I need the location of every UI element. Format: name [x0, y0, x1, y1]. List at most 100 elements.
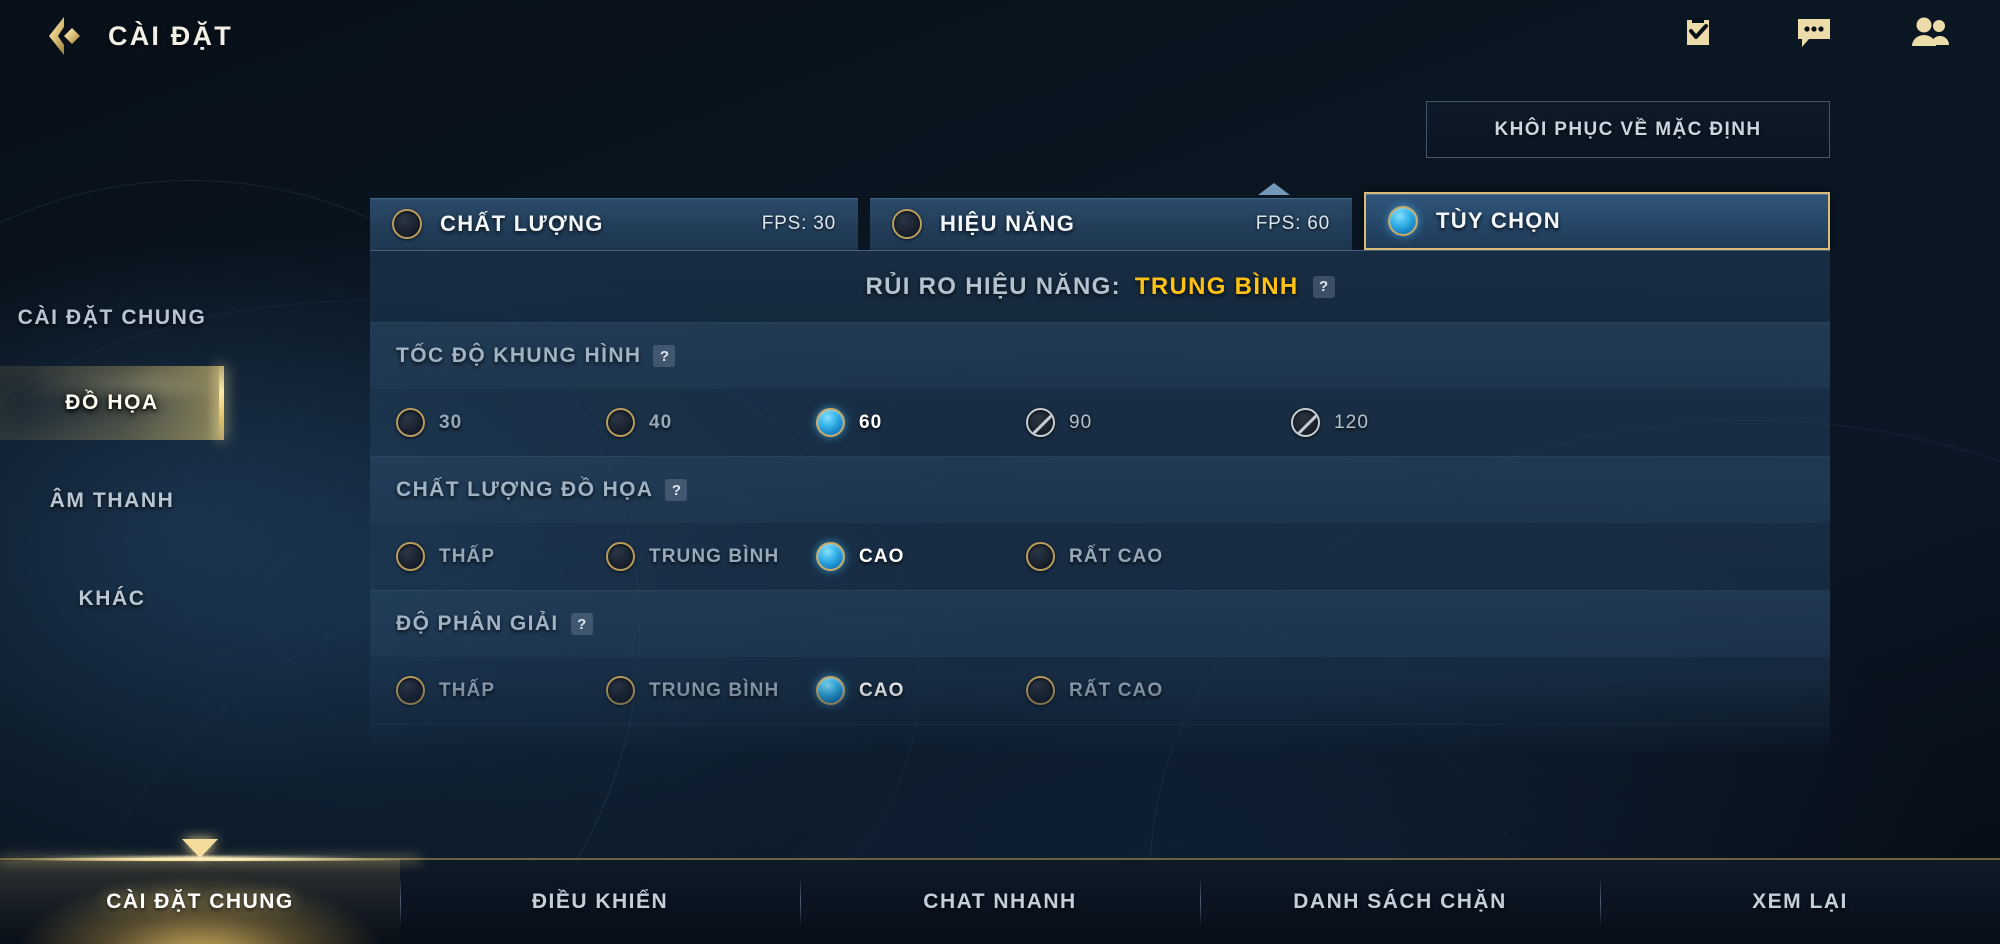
option-label: 90 — [1069, 411, 1093, 433]
selected-tab-caret-icon — [1258, 183, 1290, 195]
graphics-settings-main: CHẤT LƯỢNG FPS: 30 HIỆU NĂNG FPS: 60 TÙY… — [370, 192, 1830, 755]
option-label: 40 — [649, 411, 673, 433]
option-label: RẤT CAO — [1069, 545, 1164, 567]
option-label: TRUNG BÌNH — [649, 545, 780, 567]
sidebar-item-other[interactable]: KHÁC — [0, 562, 224, 636]
radio-icon — [396, 408, 425, 437]
sidebar-item-general[interactable]: CÀI ĐẶT CHUNG — [0, 270, 224, 366]
option-fps-30[interactable]: 30 — [396, 408, 606, 437]
section-graphics-quality: CHẤT LƯỢNG ĐỒ HỌA ? THẤP TRUNG BÌNH CAO — [370, 457, 1830, 591]
option-row: 30 40 60 90 120 — [370, 389, 1830, 456]
bottom-nav-quick-chat[interactable]: CHAT NHANH — [800, 859, 1200, 944]
top-header: CÀI ĐẶT — [0, 0, 2000, 72]
page-title: CÀI ĐẶT — [108, 20, 233, 51]
help-question-icon[interactable]: ? — [570, 613, 593, 635]
bottom-nav-general[interactable]: CÀI ĐẶT CHUNG — [0, 839, 400, 944]
friends-people-icon[interactable] — [1908, 10, 1952, 54]
bottom-nav-label: XEM LẠI — [1752, 890, 1848, 913]
settings-screen: CÀI ĐẶT KHÔI PHỤC VỀ MẶC ĐỊNH CÀI ĐẶT CH… — [0, 0, 2000, 944]
option-quality-low[interactable]: THẤP — [396, 542, 606, 571]
performance-risk-row: RỦI RO HIỆU NĂNG: TRUNG BÌNH ? — [370, 251, 1830, 323]
bottom-nav-controls[interactable]: ĐIỀU KHIỂN — [400, 859, 800, 944]
radio-icon — [892, 209, 922, 239]
sidebar-item-audio[interactable]: ÂM THANH — [0, 464, 224, 538]
bottom-nav-label: CÀI ĐẶT CHUNG — [106, 890, 294, 913]
option-resolution-high[interactable]: CAO — [816, 676, 1026, 705]
section-title: ĐỘ PHÂN GIẢI — [396, 612, 559, 635]
section-frame-rate: TỐC ĐỘ KHUNG HÌNH ? 30 40 60 90 120 — [370, 323, 1830, 457]
option-resolution-very-high[interactable]: RẤT CAO — [1026, 676, 1163, 705]
option-label: RẤT CAO — [1069, 679, 1164, 701]
tab-performance[interactable]: HIỆU NĂNG FPS: 60 — [870, 198, 1352, 250]
option-fps-40[interactable]: 40 — [606, 408, 816, 437]
settings-sidebar: CÀI ĐẶT CHUNG ĐỒ HỌA ÂM THANH KHÁC — [0, 270, 224, 636]
active-marker-icon — [182, 839, 218, 858]
option-quality-high[interactable]: CAO — [816, 542, 1026, 571]
section-title: TỐC ĐỘ KHUNG HÌNH — [396, 344, 642, 367]
radio-selected-icon — [1388, 206, 1418, 236]
option-fps-60[interactable]: 60 — [816, 408, 1026, 437]
mission-clipboard-icon[interactable] — [1676, 10, 1720, 54]
section-header: TỐC ĐỘ KHUNG HÌNH ? — [370, 323, 1830, 389]
option-fps-120: 120 — [1291, 408, 1369, 437]
bottom-nav-label: DANH SÁCH CHẶN — [1293, 890, 1507, 913]
option-label: THẤP — [439, 545, 496, 567]
bottom-nav-replay[interactable]: XEM LẠI — [1600, 859, 2000, 944]
bottom-nav-label: ĐIỀU KHIỂN — [531, 890, 669, 913]
radio-icon — [606, 676, 635, 705]
sidebar-item-label: CÀI ĐẶT CHUNG — [17, 306, 207, 329]
option-label: 120 — [1334, 411, 1370, 433]
help-question-icon[interactable]: ? — [1312, 275, 1335, 298]
help-question-icon[interactable]: ? — [665, 479, 688, 501]
section-header: CHẤT LƯỢNG ĐỒ HỌA ? — [370, 457, 1830, 523]
section-title: CHẤT LƯỢNG ĐỒ HỌA — [396, 478, 654, 501]
option-label: 60 — [859, 411, 883, 433]
option-label: 30 — [439, 411, 463, 433]
tab-fps-value: FPS: 60 — [1255, 213, 1330, 234]
sidebar-item-label: KHÁC — [78, 587, 146, 610]
option-fps-90: 90 — [1026, 408, 1291, 437]
bottom-nav-bar: CÀI ĐẶT CHUNG ĐIỀU KHIỂN CHAT NHANH DANH… — [0, 839, 2000, 944]
radio-selected-icon — [816, 676, 845, 705]
section-resolution: ĐỘ PHÂN GIẢI ? THẤP TRUNG BÌNH CAO RẤT C… — [370, 591, 1830, 725]
chat-bubble-icon[interactable] — [1792, 10, 1836, 54]
performance-risk-label: RỦI RO HIỆU NĂNG: — [865, 272, 1121, 300]
bottom-nav-label: CHAT NHANH — [923, 890, 1077, 913]
radio-selected-icon — [816, 542, 845, 571]
radio-icon — [1026, 542, 1055, 571]
option-row: THẤP TRUNG BÌNH CAO RẤT CAO — [370, 657, 1830, 724]
restore-defaults-label: KHÔI PHỤC VỀ MẶC ĐỊNH — [1494, 118, 1762, 140]
performance-risk-value: TRUNG BÌNH — [1134, 272, 1299, 300]
preset-tab-bar: CHẤT LƯỢNG FPS: 30 HIỆU NĂNG FPS: 60 TÙY… — [370, 192, 1830, 250]
tab-custom[interactable]: TÙY CHỌN — [1364, 192, 1830, 250]
option-label: CAO — [859, 679, 905, 701]
option-quality-medium[interactable]: TRUNG BÌNH — [606, 542, 816, 571]
option-quality-very-high[interactable]: RẤT CAO — [1026, 542, 1163, 571]
restore-defaults-button[interactable]: KHÔI PHỤC VỀ MẶC ĐỊNH — [1426, 101, 1830, 158]
blocked-icon — [1026, 408, 1055, 437]
sidebar-item-label: ĐỒ HỌA — [65, 391, 159, 414]
option-resolution-low[interactable]: THẤP — [396, 676, 606, 705]
radio-selected-icon — [816, 408, 845, 437]
radio-icon — [396, 542, 425, 571]
back-chevron-diamond-icon — [42, 14, 88, 58]
radio-icon — [606, 408, 635, 437]
bottom-nav-block-list[interactable]: DANH SÁCH CHẶN — [1200, 859, 1600, 944]
radio-icon — [1026, 676, 1055, 705]
tab-label: HIỆU NĂNG — [940, 211, 1076, 236]
section-header: ĐỘ PHÂN GIẢI ? — [370, 591, 1830, 657]
option-label: THẤP — [439, 679, 496, 701]
sidebar-item-label: ÂM THANH — [49, 489, 175, 512]
option-resolution-medium[interactable]: TRUNG BÌNH — [606, 676, 816, 705]
option-label: TRUNG BÌNH — [649, 679, 780, 701]
option-row: THẤP TRUNG BÌNH CAO RẤT CAO — [370, 523, 1830, 590]
option-label: CAO — [859, 545, 905, 567]
back-button[interactable]: CÀI ĐẶT — [42, 8, 233, 64]
tab-quality[interactable]: CHẤT LƯỢNG FPS: 30 — [370, 198, 858, 250]
settings-panel: RỦI RO HIỆU NĂNG: TRUNG BÌNH ? TỐC ĐỘ KH… — [370, 250, 1830, 755]
radio-icon — [606, 542, 635, 571]
header-icon-group — [1676, 10, 1952, 54]
sidebar-item-graphics[interactable]: ĐỒ HỌA — [0, 366, 224, 440]
radio-icon — [392, 209, 422, 239]
help-question-icon[interactable]: ? — [653, 345, 676, 367]
